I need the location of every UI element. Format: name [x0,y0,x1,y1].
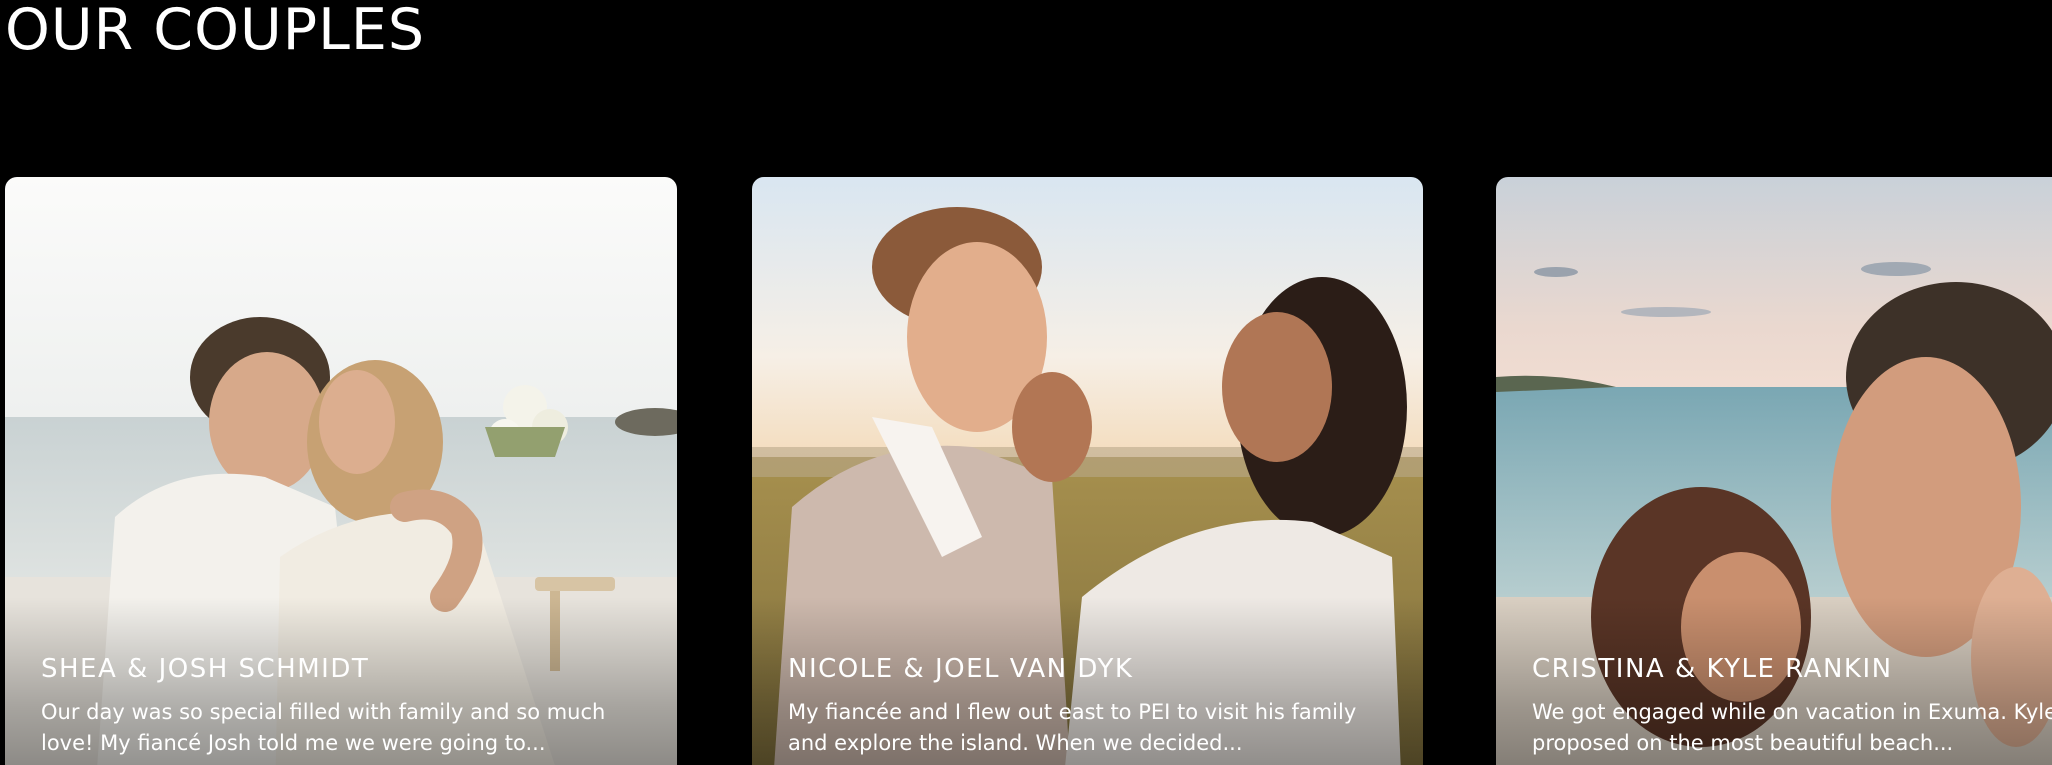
section-title: OUR COUPLES [5,0,426,63]
couple-name[interactable]: SHEA & JOSH SCHMIDT [41,654,369,684]
couple-card-cristina-kyle[interactable]: CRISTINA & KYLE RANKIN We got engaged wh… [1496,177,2052,765]
couple-card-shea-josh[interactable]: SHEA & JOSH SCHMIDT Our day was so speci… [5,177,677,765]
excerpt-line: love! My fiancé Josh told me we were goi… [41,731,546,755]
excerpt-line: and explore the island. When we decided.… [788,731,1243,755]
couple-name[interactable]: NICOLE & JOEL VAN DYK [788,654,1133,684]
excerpt-line: We got engaged while on vacation in Exum… [1532,700,2052,724]
excerpt-line: Our day was so special filled with famil… [41,700,606,724]
excerpt-line: proposed on the most beautiful beach... [1532,731,1954,755]
couple-excerpt: Our day was so special filled with famil… [41,697,641,759]
excerpt-line: My fiancée and I flew out east to PEI to… [788,700,1357,724]
couple-excerpt: We got engaged while on vacation in Exum… [1532,697,2052,759]
couple-card-nicole-joel[interactable]: NICOLE & JOEL VAN DYK My fiancée and I f… [752,177,1423,765]
couple-name[interactable]: CRISTINA & KYLE RANKIN [1532,654,1893,684]
couple-excerpt: My fiancée and I flew out east to PEI to… [788,697,1388,759]
